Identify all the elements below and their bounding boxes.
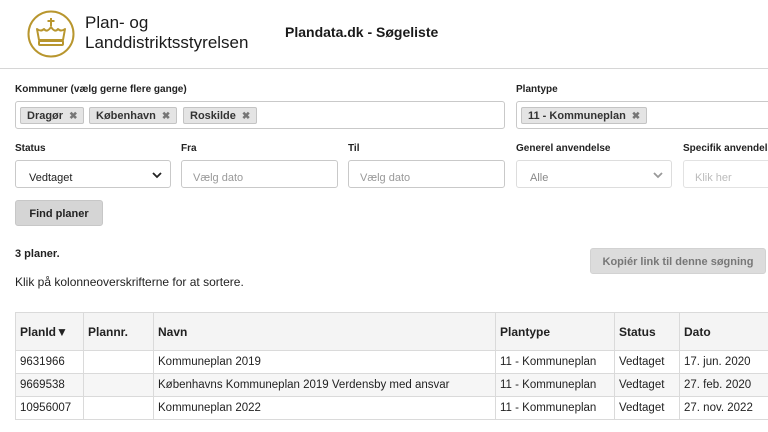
- app-title: Plandata.dk - Søgeliste: [285, 24, 439, 40]
- table-row[interactable]: 9669538 Københavns Kommuneplan 2019 Verd…: [15, 373, 768, 397]
- kommuner-label: Kommuner (vælg gerne flere gange): [15, 84, 187, 95]
- cell-plantype: 11 - Kommuneplan: [495, 373, 615, 397]
- cell-plantype: 11 - Kommuneplan: [495, 350, 615, 374]
- column-header-status[interactable]: Status: [614, 312, 680, 351]
- results-table: PlanId▼ Plannr. Navn Plantype Status Dat…: [15, 312, 768, 420]
- cell-status: Vedtaget: [614, 373, 680, 397]
- chip-label: Dragør: [27, 110, 64, 122]
- find-plans-button[interactable]: Find planer: [15, 200, 103, 226]
- chip-label: Roskilde: [190, 110, 236, 122]
- plantype-multiselect[interactable]: 11 - Kommuneplan ✖: [516, 101, 768, 129]
- generel-anvendelse-label: Generel anvendelse: [516, 143, 611, 154]
- generel-anvendelse-select[interactable]: Alle: [516, 160, 672, 188]
- cell-navn[interactable]: Kommuneplan 2022: [153, 396, 496, 420]
- specifik-anvendelse-label: Specifik anvendelse: [683, 143, 768, 154]
- chip-kommuneplan: 11 - Kommuneplan ✖: [521, 107, 648, 124]
- chevron-down-icon: [152, 172, 162, 179]
- column-header-dato[interactable]: Dato: [679, 312, 768, 351]
- chip-roskilde: Roskilde ✖: [183, 107, 258, 124]
- cell-dato: 27. nov. 2022: [679, 396, 768, 420]
- chip-label: 11 - Kommuneplan: [528, 110, 626, 122]
- column-header-planid[interactable]: PlanId▼: [15, 312, 84, 351]
- cell-plannr: [83, 373, 154, 397]
- column-header-navn[interactable]: Navn: [153, 312, 496, 351]
- org-name-line1: Plan- og: [85, 13, 149, 32]
- kommuner-multiselect[interactable]: Dragør ✖ København ✖ Roskilde ✖: [15, 101, 505, 129]
- fra-date-input[interactable]: Vælg dato: [181, 160, 338, 188]
- table-row[interactable]: 10956007 Kommuneplan 2022 11 - Kommunepl…: [15, 396, 768, 420]
- org-name: Plan- og Landdistriktsstyrelsen: [85, 13, 248, 53]
- specifik-anvendelse-placeholder: Klik her: [695, 172, 732, 184]
- copy-link-button[interactable]: Kopiér link til denne søgning: [590, 248, 766, 274]
- chip-label: København: [96, 110, 156, 122]
- cell-plannr: [83, 350, 154, 374]
- org-name-line2: Landdistriktsstyrelsen: [85, 33, 249, 52]
- cell-plantype: 11 - Kommuneplan: [495, 396, 615, 420]
- cell-dato: 27. feb. 2020: [679, 373, 768, 397]
- remove-chip-icon[interactable]: ✖: [69, 111, 77, 122]
- status-select[interactable]: Vedtaget: [15, 160, 171, 188]
- cell-navn[interactable]: Kommuneplan 2019: [153, 350, 496, 374]
- status-value: Vedtaget: [29, 172, 73, 184]
- fra-placeholder: Vælg dato: [193, 172, 244, 184]
- chevron-down-icon: [653, 172, 663, 179]
- plantype-label: Plantype: [516, 84, 558, 95]
- chip-dragoer: Dragør ✖: [20, 107, 85, 124]
- crown-icon: [27, 10, 75, 58]
- specifik-anvendelse-input[interactable]: Klik her: [683, 160, 768, 188]
- cell-plannr: [83, 396, 154, 420]
- cell-planid: 9669538: [15, 373, 84, 397]
- fra-label: Fra: [181, 143, 197, 154]
- column-header-plantype[interactable]: Plantype: [495, 312, 615, 351]
- remove-chip-icon[interactable]: ✖: [242, 111, 250, 122]
- cell-dato: 17. jun. 2020: [679, 350, 768, 374]
- cell-status: Vedtaget: [614, 396, 680, 420]
- column-header-plannr[interactable]: Plannr.: [83, 312, 154, 351]
- table-header-row: PlanId▼ Plannr. Navn Plantype Status Dat…: [15, 312, 768, 351]
- remove-chip-icon[interactable]: ✖: [162, 111, 170, 122]
- cell-navn[interactable]: Københavns Kommuneplan 2019 Verdensby me…: [153, 373, 496, 397]
- generel-anvendelse-value: Alle: [530, 172, 549, 184]
- status-label: Status: [15, 143, 46, 154]
- cell-planid: 9631966: [15, 350, 84, 374]
- table-row[interactable]: 9631966 Kommuneplan 2019 11 - Kommunepla…: [15, 350, 768, 374]
- remove-chip-icon[interactable]: ✖: [632, 111, 640, 122]
- til-label: Til: [348, 143, 360, 154]
- til-date-input[interactable]: Vælg dato: [348, 160, 505, 188]
- cell-status: Vedtaget: [614, 350, 680, 374]
- result-count: 3 planer.: [15, 248, 60, 260]
- chip-koebenhavn: København ✖: [89, 107, 178, 124]
- til-placeholder: Vælg dato: [360, 172, 411, 184]
- page-header: Plan- og Landdistriktsstyrelsen Plandata…: [0, 0, 768, 69]
- cell-planid: 10956007: [15, 396, 84, 420]
- sort-hint: Klik på kolonneoverskrifterne for at sor…: [15, 275, 244, 289]
